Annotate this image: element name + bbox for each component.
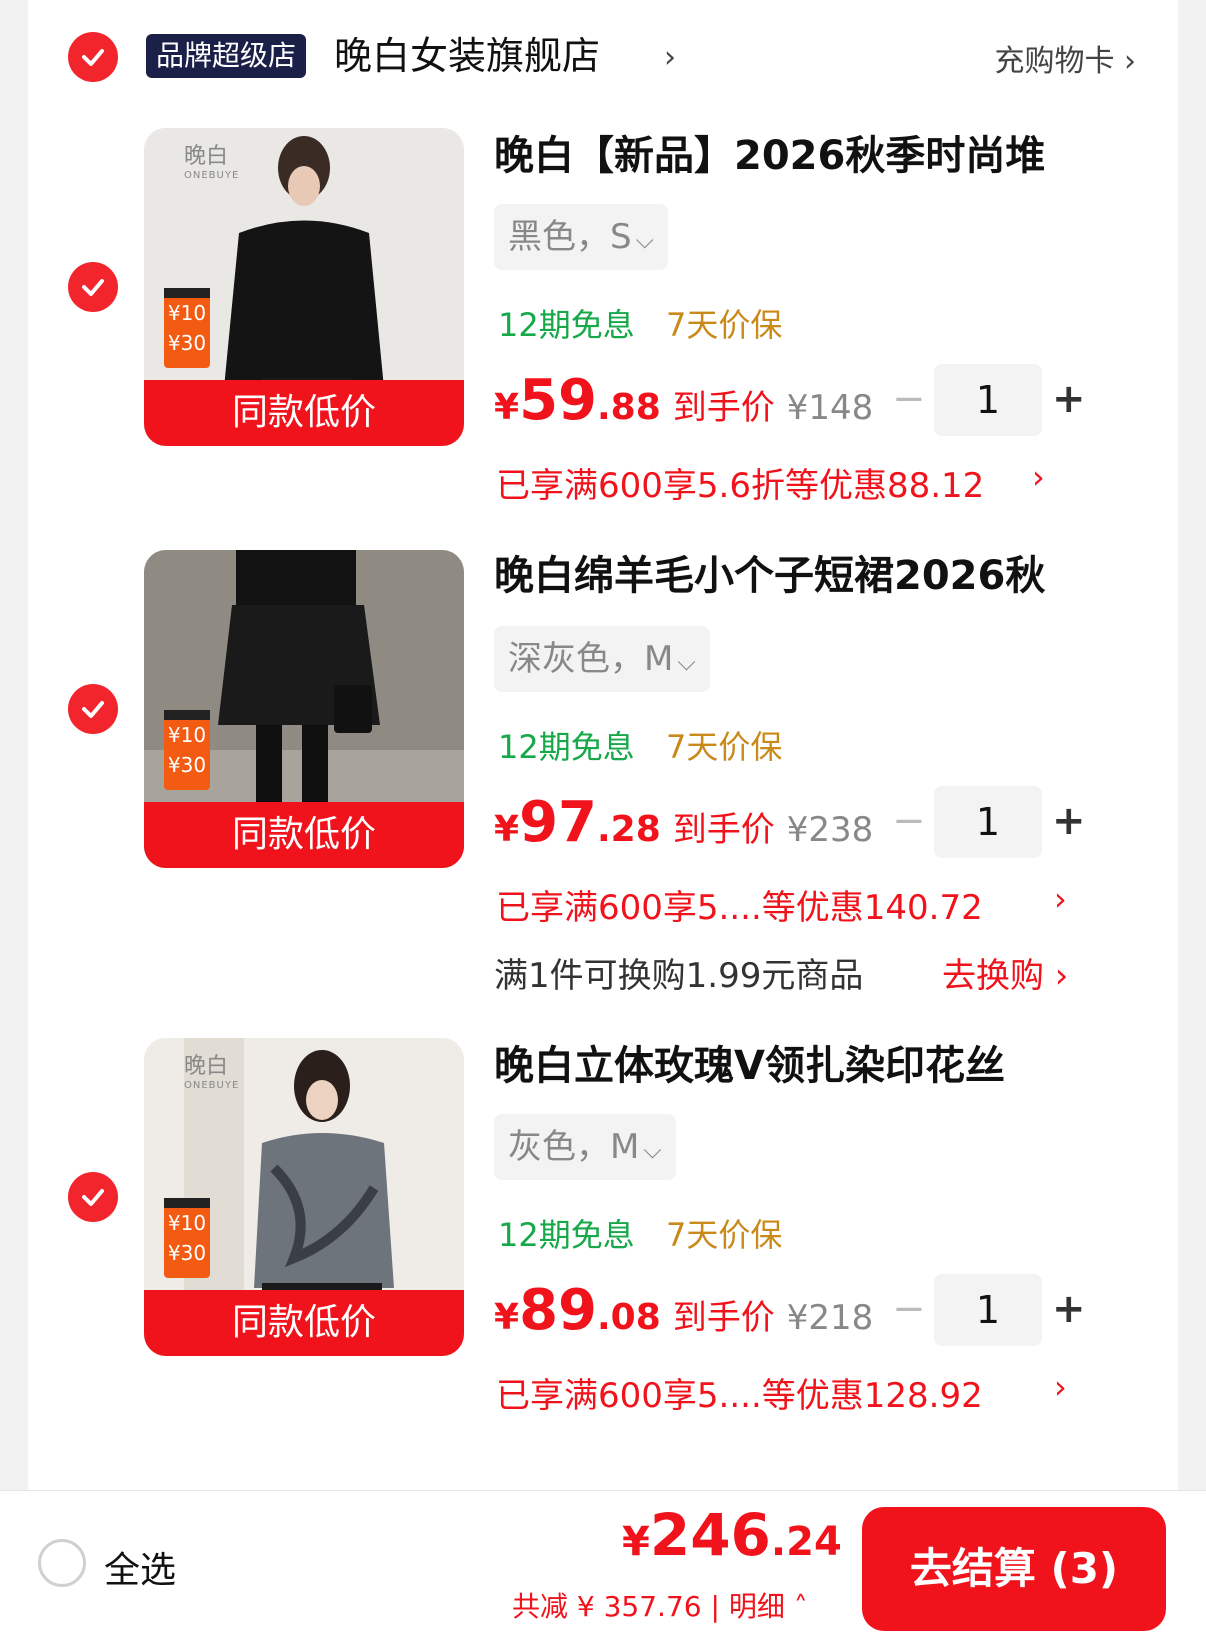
chevron-right-icon[interactable]: › [1054,880,1067,918]
promo-summary[interactable]: 已享满600享5.6折等优惠88.12 [496,458,984,507]
sku-selector[interactable]: 灰色，M ⌵ [494,1114,676,1180]
qty-increase-button[interactable]: + [1052,1286,1086,1332]
shop-cart-card: 品牌超级店 晚白女装旗舰店 › 充购物卡 › 晚白 ONEBUYE ¥10 ¥30 [28,0,1178,1490]
final-price-label: 到手价 [672,388,775,428]
price-row: ¥97.28 到手价 ¥238 [494,790,873,860]
store-check-icon[interactable] [68,32,118,82]
price-protect-tag: 7天价保 [666,306,783,344]
same-item-low-price-banner: 同款低价 [144,802,464,868]
total-price: ¥246.24 [622,1501,842,1569]
qty-input[interactable]: 1 [934,364,1042,436]
checkout-bar: 全选 ¥246.24 共减 ¥ 357.76 | 明细 ˄ 去结算 (3) [0,1490,1206,1641]
store-coupon-badge: ¥10 ¥30 [164,710,210,790]
promo-summary[interactable]: 已享满600享5....等优惠140.72 [496,880,983,929]
chevron-right-icon[interactable]: › [664,40,676,75]
qty-decrease-button[interactable]: − [892,798,926,844]
qty-input[interactable]: 1 [934,1274,1042,1346]
price-row: ¥89.08 到手价 ¥218 [494,1278,873,1348]
discount-detail-link[interactable]: 共减 ¥ 357.76 | 明细 ˄ [512,1585,808,1625]
store-header: 品牌超级店 晚白女装旗舰店 › 充购物卡 › [28,24,1178,94]
product-image[interactable]: 晚白 ONEBUYE ¥10 ¥30 同款低价 [144,1038,464,1356]
select-all-label[interactable]: 全选 [104,1541,176,1593]
final-price: ¥59.88 [494,368,661,433]
final-price: ¥97.28 [494,790,661,855]
product-title[interactable]: 晚白【新品】2026秋季时尚堆 [494,128,1045,184]
chevron-down-icon: ⌵ [643,1136,662,1164]
sku-selector[interactable]: 黑色，S ⌵ [494,204,668,270]
gift-card-link[interactable]: 充购物卡 › [994,36,1136,80]
store-coupon-badge: ¥10 ¥30 [164,288,210,368]
store-name[interactable]: 晚白女装旗舰店 [334,30,600,82]
original-price: ¥148 [786,388,874,428]
promo-summary[interactable]: 已享满600享5....等优惠128.92 [496,1368,983,1417]
product-image[interactable]: 晚白 ONEBUYE ¥10 ¥30 同款低价 [144,128,464,446]
product-image[interactable]: ¥10 ¥30 同款低价 [144,550,464,868]
swap-offer-link[interactable]: 去换购 › [942,948,1068,997]
same-item-low-price-banner: 同款低价 [144,1290,464,1356]
product-title[interactable]: 晚白绵羊毛小个子短裙2026秋 [494,548,1045,604]
chevron-right-icon[interactable]: › [1032,458,1045,496]
installment-tag: 12期免息 [498,306,635,344]
chevron-down-icon: ⌵ [635,226,654,254]
original-price: ¥218 [786,1298,874,1338]
installment-tag: 12期免息 [498,728,635,766]
chevron-down-icon: ⌵ [677,648,696,676]
brand-logo: 晚白 ONEBUYE [184,144,240,181]
store-coupon-badge: ¥10 ¥30 [164,1198,210,1278]
item-check-icon[interactable] [68,1172,118,1222]
final-price-label: 到手价 [672,810,775,850]
qty-input[interactable]: 1 [934,786,1042,858]
sku-selector[interactable]: 深灰色，M ⌵ [494,626,710,692]
price-protect-tag: 7天价保 [666,728,783,766]
final-price-label: 到手价 [672,1298,775,1338]
qty-decrease-button[interactable]: − [892,376,926,422]
chevron-right-icon[interactable]: › [1054,1368,1067,1406]
price-protect-tag: 7天价保 [666,1216,783,1254]
qty-decrease-button[interactable]: − [892,1286,926,1332]
item-check-icon[interactable] [68,684,118,734]
brand-super-store-badge: 品牌超级店 [146,34,307,78]
brand-logo: 晚白 ONEBUYE [184,1054,240,1091]
original-price: ¥238 [786,810,874,850]
same-item-low-price-banner: 同款低价 [144,380,464,446]
final-price: ¥89.08 [494,1278,661,1343]
qty-increase-button[interactable]: + [1052,798,1086,844]
swap-offer-text: 满1件可换购1.99元商品 [494,956,864,996]
item-check-icon[interactable] [68,262,118,312]
price-row: ¥59.88 到手价 ¥148 [494,368,873,438]
checkout-button[interactable]: 去结算 (3) [862,1507,1166,1631]
select-all-radio-icon[interactable] [38,1539,86,1587]
installment-tag: 12期免息 [498,1216,635,1254]
product-title[interactable]: 晚白立体玫瑰V领扎染印花丝 [494,1038,1005,1094]
qty-increase-button[interactable]: + [1052,376,1086,422]
